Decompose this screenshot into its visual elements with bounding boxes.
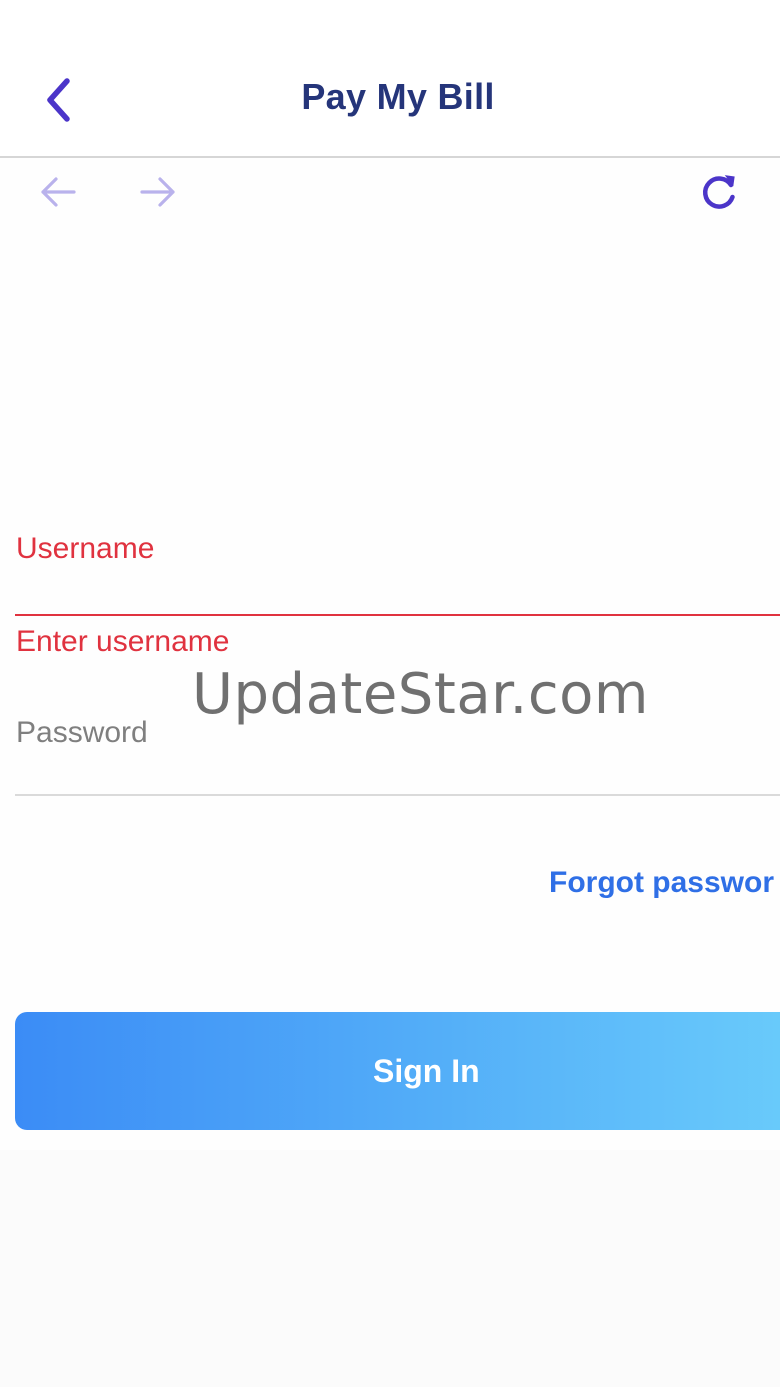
browser-forward-button[interactable] [136,170,180,214]
reload-button[interactable] [697,170,741,214]
forgot-password-link[interactable]: Forgot passwor [549,866,774,900]
empty-area [0,1150,780,1387]
username-input[interactable] [16,572,780,612]
page-title: Pay My Bill [301,76,495,117]
browser-back-button[interactable] [36,170,80,214]
password-underline [15,794,780,796]
watermark-text: UpdateStar.com [192,662,649,727]
sign-in-label: Sign In [373,1052,480,1089]
browser-nav-bar [0,160,780,220]
arrow-left-icon [41,177,76,207]
arrow-right-icon [140,177,175,207]
refresh-icon [702,175,735,209]
login-screen: Pay My Bill Username Enter username Upda… [0,0,780,1387]
sign-in-button[interactable]: Sign In [15,1012,780,1130]
username-underline [15,614,780,616]
app-header: Pay My Bill [0,0,780,158]
username-label: Username [16,532,155,565]
username-error-message: Enter username [16,625,230,658]
